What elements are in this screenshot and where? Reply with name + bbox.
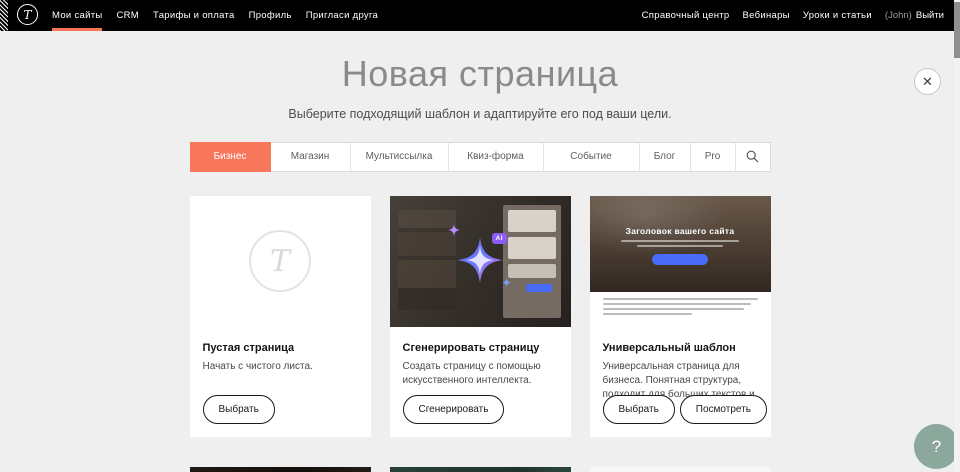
blank-page-preview: T xyxy=(190,196,371,327)
card-title: Универсальный шаблон xyxy=(590,327,771,354)
website-mock-panel xyxy=(503,205,561,318)
template-grid: T Пустая страница Начать с чистого листа… xyxy=(190,196,771,437)
mock-block xyxy=(508,264,556,278)
main-content: ✕ Новая страница Выберите подходящий шаб… xyxy=(0,55,960,472)
generate-button[interactable]: Сгенерировать xyxy=(403,395,505,424)
user-name: (John) xyxy=(885,10,912,21)
tab-search[interactable] xyxy=(736,143,770,171)
close-icon: ✕ xyxy=(922,75,933,88)
search-icon xyxy=(746,150,759,163)
help-button[interactable]: ? xyxy=(914,424,959,469)
template-card-partial[interactable] xyxy=(590,467,771,472)
template-card-partial[interactable] xyxy=(190,467,371,472)
mock-block xyxy=(508,237,556,259)
question-mark-icon: ? xyxy=(932,437,941,457)
logout-label: Выйти xyxy=(916,10,944,21)
card-title: Пустая страница xyxy=(190,327,371,354)
tab-quiz-form[interactable]: Квиз-форма xyxy=(449,143,544,171)
preview-text-line xyxy=(603,303,752,305)
top-nav: T Мои сайты CRM Тарифы и оплата Профиль … xyxy=(0,0,960,31)
new-page-dialog: T Мои сайты CRM Тарифы и оплата Профиль … xyxy=(0,0,960,472)
tilda-logo-letter: T xyxy=(23,8,31,22)
ai-sparkle-icon xyxy=(457,237,503,283)
card-actions: Сгенерировать xyxy=(403,395,505,424)
tab-event[interactable]: Событие xyxy=(544,143,640,171)
scrollbar[interactable] xyxy=(954,0,960,472)
scrollbar-thumb[interactable] xyxy=(954,2,960,58)
tab-store[interactable]: Магазин xyxy=(271,143,351,171)
ai-badge: AI xyxy=(492,233,508,244)
nav-item-plans-payment[interactable]: Тарифы и оплата xyxy=(153,0,235,31)
tab-blog[interactable]: Блог xyxy=(640,143,691,171)
ai-template-preview: AI xyxy=(390,196,571,327)
choose-template-button[interactable]: Выбрать xyxy=(603,395,675,424)
nav-item-crm[interactable]: CRM xyxy=(116,0,139,31)
card-description: Создать страницу с помощью искусственног… xyxy=(390,354,571,388)
choose-blank-button[interactable]: Выбрать xyxy=(203,395,275,424)
small-sparkle-icon xyxy=(502,278,511,287)
template-category-tabs: Бизнес Магазин Мультиссылка Квиз-форма С… xyxy=(190,142,771,172)
card-generate-ai: AI Сгенерировать страницу Создать страни… xyxy=(390,196,571,437)
nav-item-lessons-articles[interactable]: Уроки и статьи xyxy=(803,0,872,31)
card-description: Начать с чистого листа. xyxy=(190,354,371,374)
page-title: Новая страница xyxy=(0,55,960,93)
nav-item-webinars[interactable]: Вебинары xyxy=(743,0,790,31)
tab-business[interactable]: Бизнес xyxy=(191,143,271,171)
preview-text-line xyxy=(603,298,758,300)
edge-texture-decoration xyxy=(0,0,8,31)
preview-text-line xyxy=(603,313,693,315)
tab-multilink[interactable]: Мультиссылка xyxy=(351,143,449,171)
tab-pro[interactable]: Pro xyxy=(691,143,736,171)
card-title: Сгенерировать страницу xyxy=(390,327,571,354)
view-template-button[interactable]: Посмотреть xyxy=(680,395,767,424)
nav-right: Справочный центр Вебинары Уроки и статьи… xyxy=(642,0,960,31)
tilda-t-glyph: T xyxy=(270,244,290,279)
nav-item-help-center[interactable]: Справочный центр xyxy=(642,0,730,31)
preview-hero-section: Заголовок вашего сайта xyxy=(590,196,771,292)
tilda-logo[interactable]: T xyxy=(17,4,38,25)
mock-button xyxy=(526,284,552,292)
page-subtitle: Выберите подходящий шаблон и адаптируйте… xyxy=(0,107,960,121)
nav-left: Мои сайты CRM Тарифы и оплата Профиль Пр… xyxy=(52,0,378,31)
card-blank-page: T Пустая страница Начать с чистого листа… xyxy=(190,196,371,437)
preview-text-line xyxy=(637,245,723,247)
card-actions: Выбрать Посмотреть xyxy=(603,395,767,424)
template-grid-next-row xyxy=(190,467,771,472)
mock-block xyxy=(508,210,556,232)
card-universal-template: Заголовок вашего сайта Универсальный шаб… xyxy=(590,196,771,437)
template-card-partial[interactable] xyxy=(390,467,571,472)
universal-template-preview: Заголовок вашего сайта xyxy=(590,196,771,327)
preview-text-section xyxy=(590,292,771,327)
preview-site-title: Заголовок вашего сайта xyxy=(626,226,735,236)
tilda-circle-icon: T xyxy=(249,230,311,292)
user-logout[interactable]: (John) Выйти xyxy=(885,0,944,31)
nav-item-profile[interactable]: Профиль xyxy=(249,0,292,31)
nav-item-invite-friend[interactable]: Пригласи друга xyxy=(306,0,378,31)
close-button[interactable]: ✕ xyxy=(914,68,941,95)
nav-item-my-sites[interactable]: Мои сайты xyxy=(52,0,102,31)
preview-text-line xyxy=(621,240,739,242)
preview-cta-button xyxy=(652,254,708,265)
small-sparkle-icon xyxy=(448,224,460,236)
preview-text-line xyxy=(603,308,744,310)
card-actions: Выбрать xyxy=(203,395,275,424)
